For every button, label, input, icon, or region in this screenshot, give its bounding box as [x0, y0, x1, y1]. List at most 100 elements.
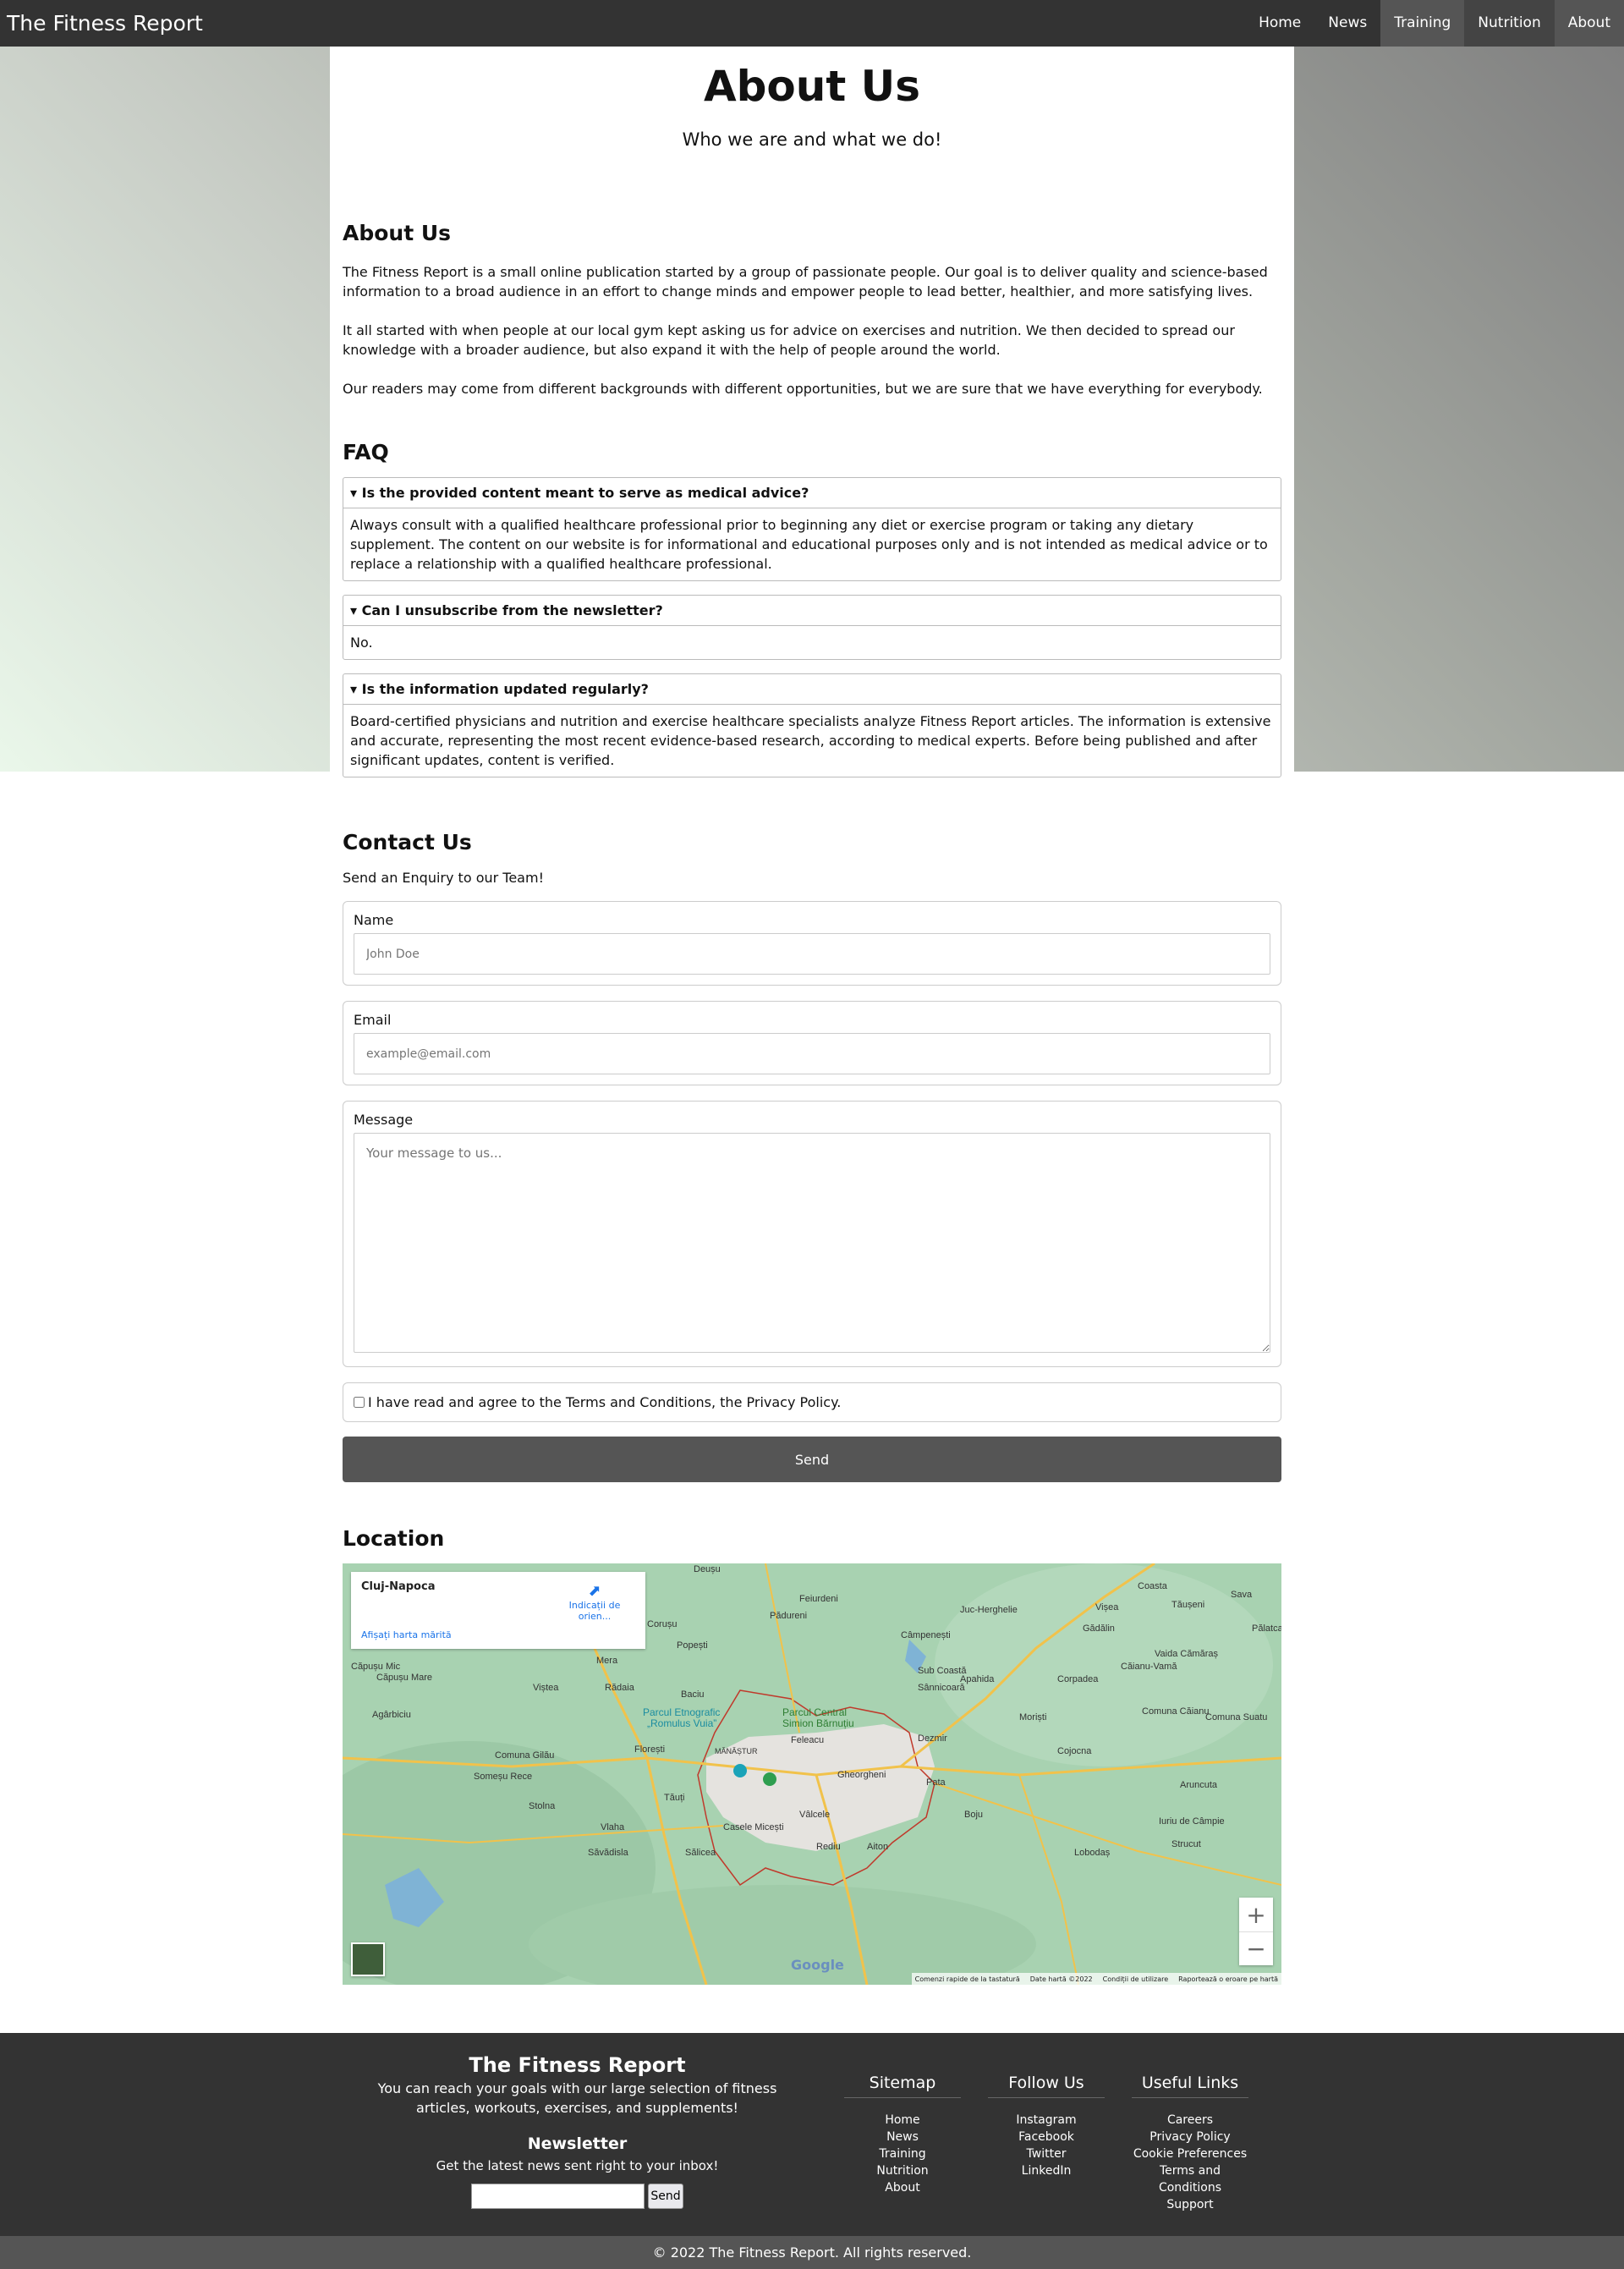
- agree-terms-label: I have read and agree to the Terms and C…: [368, 1394, 842, 1410]
- faq-answer: No.: [350, 635, 373, 651]
- svg-text:Florești: Florești: [634, 1744, 665, 1755]
- nav-item-about[interactable]: About: [1554, 0, 1624, 47]
- location-heading: Location: [343, 1526, 445, 1551]
- svg-text:Pălatca: Pălatca: [1252, 1623, 1281, 1634]
- svg-text:Tăușeni: Tăușeni: [1171, 1600, 1204, 1610]
- footer-link-support[interactable]: Support: [1127, 2196, 1254, 2213]
- nav-item-nutrition[interactable]: Nutrition: [1464, 0, 1555, 47]
- faq-heading: FAQ: [343, 440, 389, 464]
- triangle-down-icon: ▾: [350, 485, 358, 501]
- faq-item: ▾ Is the provided content meant to serve…: [343, 477, 1281, 581]
- footer-link-about[interactable]: About: [839, 2179, 966, 2196]
- svg-text:Vaida Cămăraș: Vaida Cămăraș: [1155, 1649, 1218, 1659]
- svg-text:Dezmir: Dezmir: [918, 1733, 947, 1744]
- faq-answer: Always consult with a qualified healthca…: [350, 517, 1268, 572]
- triangle-down-icon: ▾: [350, 602, 358, 618]
- svg-text:Strucut: Strucut: [1171, 1839, 1201, 1849]
- map-larger-link[interactable]: Afișați harta mărită: [361, 1629, 452, 1640]
- faq-question-toggle[interactable]: ▾ Is the provided content meant to serve…: [343, 478, 1281, 508]
- map-directions-link[interactable]: ⬈ Indicații de orien...: [561, 1582, 628, 1622]
- svg-text:Sânnicoară: Sânnicoară: [918, 1683, 966, 1693]
- footer-link-twitter[interactable]: Twitter: [983, 2145, 1110, 2162]
- svg-text:Simion Bărnuțiu: Simion Bărnuțiu: [782, 1717, 854, 1729]
- footer-link-facebook[interactable]: Facebook: [983, 2129, 1110, 2145]
- agree-terms-checkbox[interactable]: [354, 1397, 365, 1408]
- svg-text:Juc-Herghelie: Juc-Herghelie: [960, 1605, 1018, 1615]
- newsletter-send-button[interactable]: Send: [648, 2184, 683, 2209]
- svg-text:Câmpenești: Câmpenești: [901, 1630, 951, 1640]
- about-paragraph: The Fitness Report is a small online pub…: [343, 264, 1268, 299]
- zoom-in-button[interactable]: +: [1239, 1898, 1273, 1931]
- svg-text:Vâlcele: Vâlcele: [799, 1810, 830, 1820]
- message-label: Message: [354, 1112, 414, 1128]
- nav-item-home[interactable]: Home: [1245, 0, 1314, 47]
- footer-link-nutrition[interactable]: Nutrition: [839, 2162, 966, 2179]
- map-terms[interactable]: Condiții de utilizare: [1103, 1975, 1169, 1983]
- footer-link-linkedin[interactable]: LinkedIn: [983, 2162, 1110, 2179]
- map-layer-toggle[interactable]: [351, 1942, 385, 1976]
- about-paragraph: Our readers may come from different back…: [343, 381, 1263, 397]
- nav-item-training[interactable]: Training: [1380, 0, 1465, 47]
- svg-text:MĂNĂȘTUR: MĂNĂȘTUR: [715, 1747, 758, 1755]
- map-attribution: Comenzi rapide de la tastatură Date hart…: [911, 1973, 1281, 1985]
- footer-link-instagram[interactable]: Instagram: [983, 2112, 1110, 2129]
- svg-text:Someșu Rece: Someșu Rece: [474, 1772, 532, 1782]
- nav-item-news[interactable]: News: [1314, 0, 1380, 47]
- svg-text:Comuna Gilău: Comuna Gilău: [495, 1750, 554, 1761]
- map-report-error[interactable]: Raportează o eroare pe hartă: [1178, 1975, 1278, 1983]
- svg-text:Comuna Suatu: Comuna Suatu: [1205, 1712, 1267, 1722]
- about-heading: About Us: [343, 221, 452, 245]
- email-input[interactable]: [354, 1033, 1270, 1074]
- svg-text:Vișea: Vișea: [1095, 1602, 1119, 1612]
- contact-subheading: Send an Enquiry to our Team!: [343, 870, 544, 886]
- map-keyboard-shortcuts[interactable]: Comenzi rapide de la tastatură: [915, 1975, 1020, 1983]
- footer-link-careers[interactable]: Careers: [1127, 2112, 1254, 2129]
- footer-link-terms[interactable]: Terms and Conditions: [1127, 2162, 1254, 2196]
- svg-text:Deușu: Deușu: [694, 1564, 721, 1574]
- faq-question-toggle[interactable]: ▾ Is the information updated regularly?: [343, 674, 1281, 705]
- footer-link-training[interactable]: Training: [839, 2145, 966, 2162]
- name-field-group: Name: [343, 901, 1281, 986]
- brand-logo-text[interactable]: The Fitness Report: [7, 0, 203, 47]
- newsletter-email-input[interactable]: [471, 2184, 645, 2209]
- svg-text:Vlaha: Vlaha: [601, 1822, 625, 1832]
- footer-description: You can reach your goals with our large …: [377, 2080, 777, 2116]
- send-button[interactable]: Send: [343, 1437, 1281, 1482]
- email-label: Email: [354, 1012, 392, 1028]
- message-field-group: Message: [343, 1101, 1281, 1367]
- svg-text:Aiton: Aiton: [867, 1842, 888, 1852]
- faq-question-toggle[interactable]: ▾ Can I unsubscribe from the newsletter?: [343, 596, 1281, 626]
- faq-question: Can I unsubscribe from the newsletter?: [361, 602, 663, 618]
- svg-text:Coasta: Coasta: [1138, 1581, 1168, 1591]
- message-textarea[interactable]: [354, 1133, 1270, 1353]
- svg-text:Viștea: Viștea: [533, 1683, 559, 1693]
- svg-text:Comuna Căianu: Comuna Căianu: [1142, 1706, 1210, 1717]
- footer-link-privacy[interactable]: Privacy Policy: [1127, 2129, 1254, 2145]
- main-nav: Home News Training Nutrition About: [1245, 0, 1624, 47]
- svg-text:Săvădisla: Săvădisla: [588, 1848, 629, 1858]
- svg-text:Pata: Pata: [926, 1777, 946, 1788]
- name-input[interactable]: [354, 933, 1270, 975]
- footer-link-home[interactable]: Home: [839, 2112, 966, 2129]
- svg-text:Feleacu: Feleacu: [791, 1735, 824, 1745]
- svg-text:Aruncuta: Aruncuta: [1180, 1780, 1218, 1790]
- site-footer: The Fitness Report You can reach your go…: [0, 2033, 1624, 2236]
- footer-link-news[interactable]: News: [839, 2129, 966, 2145]
- svg-text:Popești: Popești: [677, 1640, 708, 1651]
- about-paragraph: It all started with when people at our l…: [343, 322, 1235, 358]
- newsletter-text: Get the latest news sent right to your i…: [436, 2158, 719, 2173]
- google-logo: Google: [791, 1957, 844, 1973]
- location-map[interactable]: Nădășelu Gârbău Macău Căpușu Mic Căpușu …: [343, 1563, 1281, 1985]
- agree-terms-group: I have read and agree to the Terms and C…: [343, 1382, 1281, 1422]
- zoom-out-button[interactable]: −: [1239, 1931, 1273, 1965]
- footer-link-cookies[interactable]: Cookie Preferences: [1127, 2145, 1254, 2162]
- map-directions-label: Indicații de orien...: [568, 1600, 621, 1622]
- svg-text:Cojocna: Cojocna: [1057, 1746, 1092, 1756]
- faq-item: ▾ Can I unsubscribe from the newsletter?…: [343, 595, 1281, 660]
- contact-heading: Contact Us: [343, 830, 472, 854]
- svg-text:Mera: Mera: [596, 1656, 618, 1666]
- svg-text:Iuriu de Câmpie: Iuriu de Câmpie: [1159, 1816, 1225, 1827]
- svg-text:Rediu: Rediu: [816, 1842, 841, 1852]
- map-zoom-controls: + −: [1239, 1898, 1273, 1965]
- faq-question: Is the information updated regularly?: [361, 681, 649, 697]
